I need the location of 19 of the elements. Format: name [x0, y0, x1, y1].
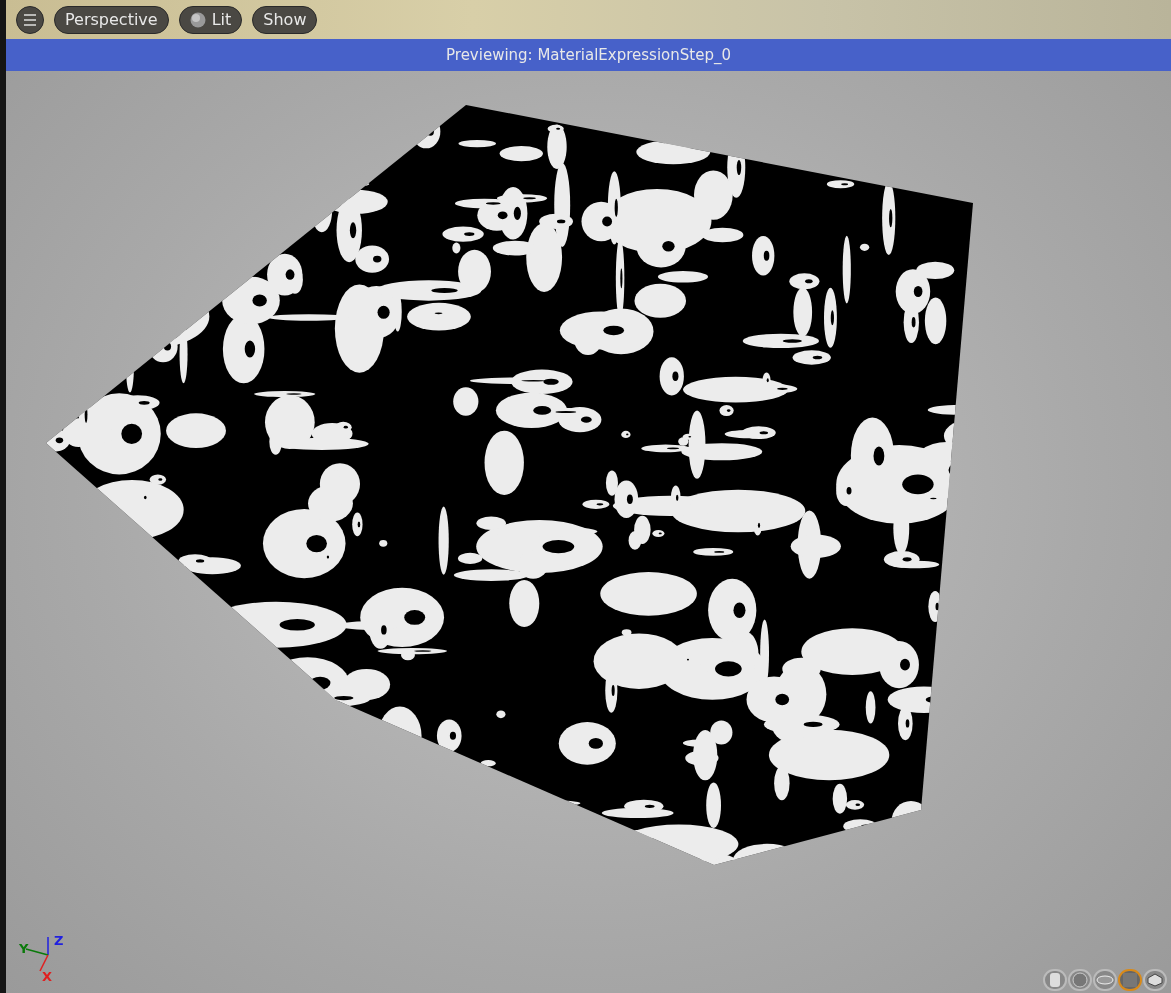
- menu-button[interactable]: [16, 5, 44, 34]
- preview-shape-button[interactable]: [1068, 969, 1092, 991]
- plane-icon: [1096, 975, 1114, 985]
- view-button[interactable]: Show: [252, 5, 318, 34]
- cylinder-icon: [1049, 972, 1061, 988]
- axis-label: X: [42, 969, 53, 983]
- menu-icon: [23, 13, 37, 26]
- view-button[interactable]: Perspective: [54, 5, 169, 34]
- preview-banner: Previewing: MaterialExpressionStep_0: [6, 39, 1171, 71]
- preview-shape-button[interactable]: [1093, 969, 1117, 991]
- preview-shape-button[interactable]: [1043, 969, 1067, 991]
- cube-icon: [1122, 972, 1138, 988]
- axis-label: Z: [54, 933, 64, 948]
- mesh-icon: [1147, 973, 1163, 987]
- preview-shape-button[interactable]: [1143, 969, 1167, 991]
- axis-label: Y: [19, 941, 29, 956]
- sphere-icon: [1072, 972, 1088, 988]
- lit-button[interactable]: Lit: [178, 5, 243, 34]
- sphere-icon: [189, 11, 206, 28]
